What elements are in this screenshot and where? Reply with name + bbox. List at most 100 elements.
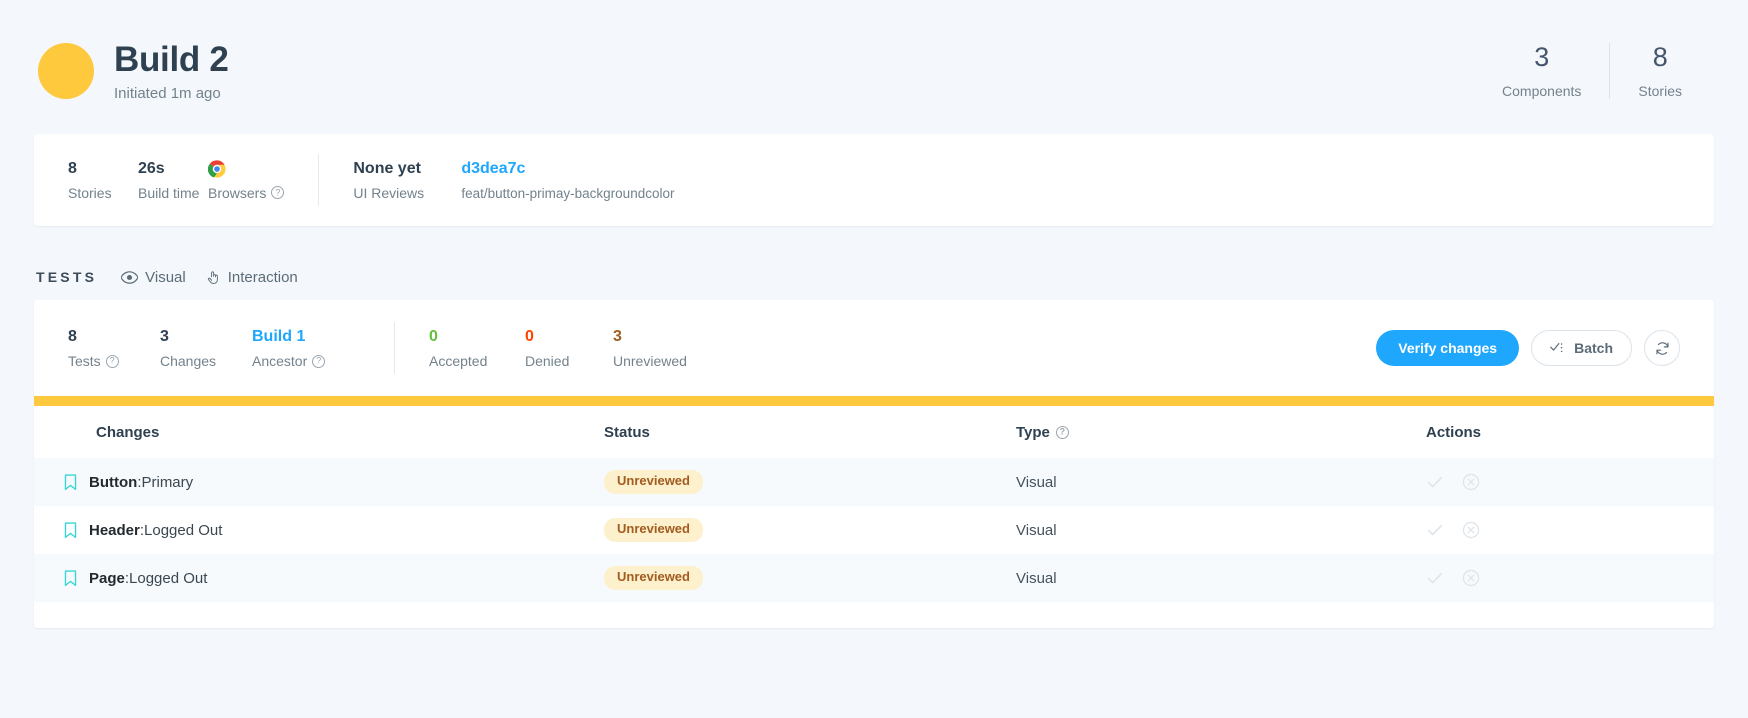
status-badge: Unreviewed [604,566,703,590]
eye-icon [121,271,138,284]
changes-table: Changes Status Type Actions Button:Prima… [34,406,1714,628]
pointer-hand-icon [206,270,221,285]
tests-stat-unreviewed: 3 Unreviewed [613,327,687,369]
status-cell: Unreviewed [604,566,1016,590]
batch-button-label: Batch [1574,340,1613,356]
summary-ui-reviews-label: UI Reviews [353,185,461,201]
table-footer [34,602,1714,628]
type-help-icon[interactable] [1056,426,1069,439]
circle-x-icon[interactable] [1462,521,1480,539]
commit-hash-link[interactable]: d3dea7c [461,159,674,178]
batch-button[interactable]: Batch [1531,330,1632,366]
build-accent-bar [34,396,1714,406]
summary-divider [318,154,319,206]
build-initiated-time: Initiated 1m ago [114,85,229,102]
column-header-actions: Actions [1426,424,1684,441]
page-title: Build 2 [114,40,229,80]
change-title: Header:Logged Out [89,522,222,539]
ancestor-help-icon[interactable] [312,355,325,368]
change-story: Primary [141,474,193,491]
summary-browsers-label: Browsers [208,185,284,201]
status-cell: Unreviewed [604,470,1016,494]
summary-build-time-value: 26s [138,159,208,178]
status-badge: Unreviewed [604,470,703,494]
actions-cell [1426,473,1684,491]
table-row[interactable]: Header:Logged Out Unreviewed Visual [34,506,1714,554]
branch-name: feat/button-primay-backgroundcolor [461,186,674,201]
summary-browsers: Browsers [208,160,284,201]
tests-stat-accepted: 0 Accepted [429,327,525,369]
bookmark-icon [64,522,77,539]
change-component: Button [89,474,137,491]
header-stat-stories: 8 Stories [1609,43,1710,99]
tests-stat-ancestor[interactable]: Build 1 Ancestor [252,327,360,369]
changes-label: Changes [160,353,252,369]
unreviewed-label: Unreviewed [613,353,687,369]
column-header-type: Type [1016,424,1426,441]
components-label: Components [1502,83,1581,99]
tests-label: Tests [68,353,160,369]
denied-label: Denied [525,353,613,369]
summary-commit[interactable]: d3dea7c feat/button-primay-backgroundcol… [461,159,674,200]
circle-x-icon[interactable] [1462,473,1480,491]
browsers-help-icon[interactable] [271,186,284,199]
tests-stat-tests: 8 Tests [68,327,160,369]
accepted-count: 0 [429,327,525,346]
table-row[interactable]: Page:Logged Out Unreviewed Visual [34,554,1714,602]
summary-stories-value: 8 [68,159,138,178]
tests-section-label: TESTS [36,269,97,285]
summary-ui-reviews-value: None yet [353,159,461,178]
ancestor-label-text: Ancestor [252,353,307,369]
denied-count: 0 [525,327,613,346]
column-header-type-text: Type [1016,424,1050,441]
table-row[interactable]: Button:Primary Unreviewed Visual [34,458,1714,506]
components-count: 3 [1534,43,1549,73]
verify-changes-button[interactable]: Verify changes [1376,330,1519,366]
tab-visual[interactable]: Visual [121,269,186,286]
change-cell: Page:Logged Out [64,570,604,587]
tests-card: 8 Tests 3 Changes Build 1 Ancestor 0 [34,300,1714,628]
change-story: Logged Out [144,522,222,539]
change-title: Page:Logged Out [89,570,207,587]
build-page: Build 2 Initiated 1m ago 3 Components 8 … [0,0,1748,718]
circle-x-icon[interactable] [1462,569,1480,587]
check-icon[interactable] [1426,569,1444,587]
type-cell: Visual [1016,474,1426,491]
build-title-block: Build 2 Initiated 1m ago [114,40,229,102]
tests-stats-row: 8 Tests 3 Changes Build 1 Ancestor 0 [34,300,1714,396]
tests-help-icon[interactable] [106,355,119,368]
tests-stat-changes: 3 Changes [160,327,252,369]
column-header-status: Status [604,424,1016,441]
type-cell: Visual [1016,522,1426,539]
check-icon[interactable] [1426,521,1444,539]
tests-toolbar: TESTS Visual Interaction [0,226,1748,292]
ancestor-build-link[interactable]: Build 1 [252,327,360,346]
page-header: Build 2 Initiated 1m ago 3 Components 8 … [0,0,1748,118]
header-stat-components: 3 Components [1474,43,1609,99]
change-cell: Button:Primary [64,474,604,491]
change-title: Button:Primary [89,474,193,491]
tests-divider [394,322,395,374]
type-cell: Visual [1016,570,1426,587]
actions-cell [1426,521,1684,539]
tab-interaction[interactable]: Interaction [206,269,298,286]
browsers-label-text: Browsers [208,185,266,201]
browser-icons [208,160,284,178]
bookmark-icon [64,570,77,587]
chrome-icon [208,160,226,178]
unreviewed-count: 3 [613,327,687,346]
change-cell: Header:Logged Out [64,522,604,539]
tests-stat-denied: 0 Denied [525,327,613,369]
change-component: Page [89,570,125,587]
change-component: Header [89,522,140,539]
status-badge: Unreviewed [604,518,703,542]
stories-count: 8 [1653,43,1668,73]
change-story: Logged Out [129,570,207,587]
build-status-dot [38,43,94,99]
ancestor-label: Ancestor [252,353,360,369]
tab-interaction-label: Interaction [228,269,298,286]
summary-ui-reviews: None yet UI Reviews [353,159,461,201]
stories-label: Stories [1638,83,1682,99]
rerun-build-button[interactable] [1644,330,1680,366]
check-icon[interactable] [1426,473,1444,491]
